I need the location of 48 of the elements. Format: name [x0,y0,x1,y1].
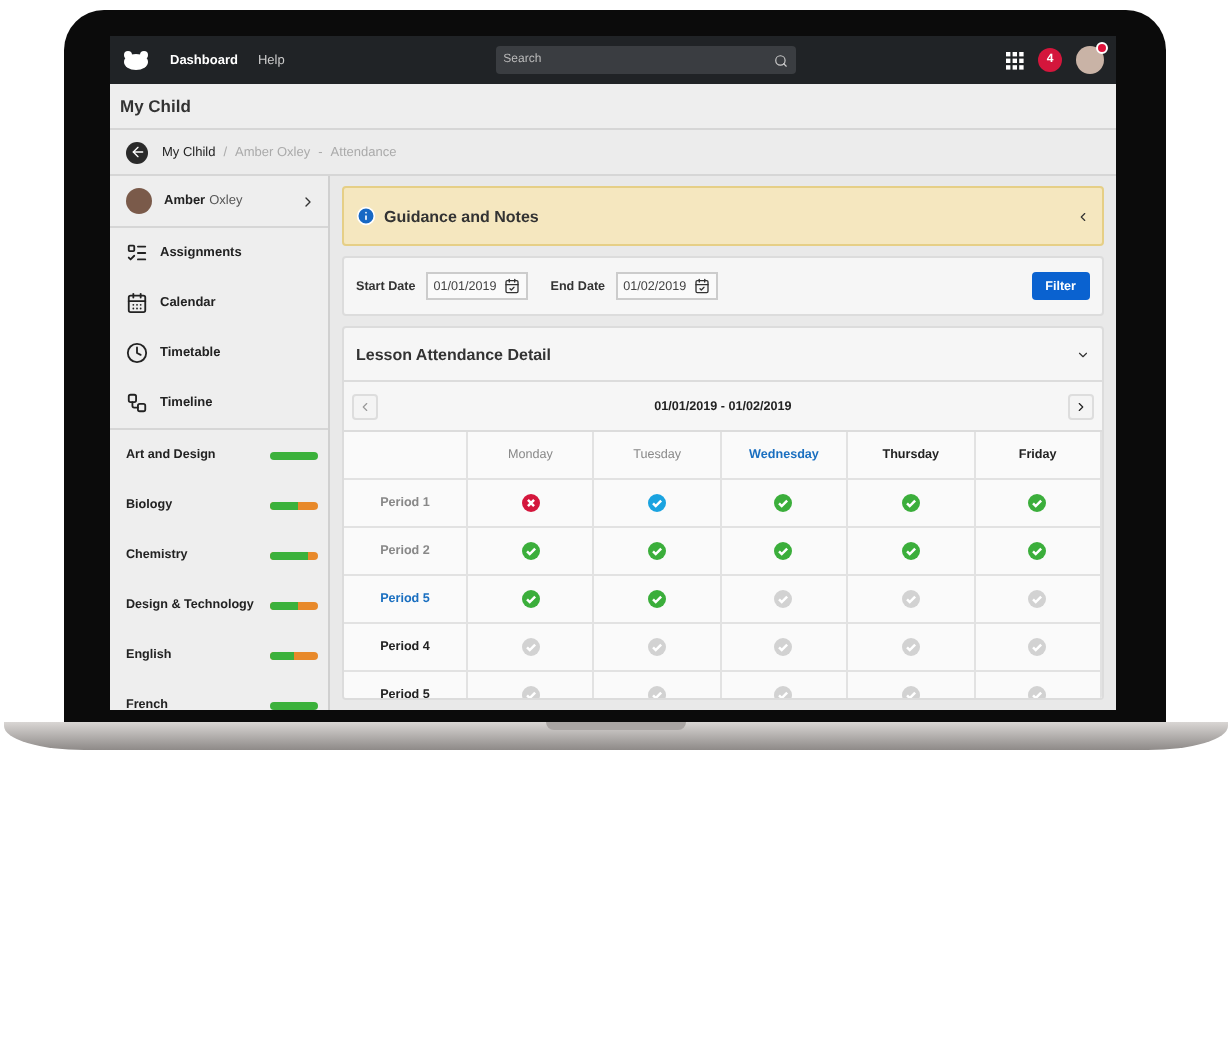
calendar-icon[interactable] [694,278,711,294]
logo-icon [122,50,150,70]
progress-bar [270,501,318,509]
diagram-icon [126,392,148,414]
progress-bar [270,601,318,609]
alert-dot [1095,42,1108,54]
progress-bar [270,451,318,459]
check-icon [901,590,920,608]
check-icon [901,542,920,560]
check-icon [1028,542,1047,560]
chevron-icon [1073,399,1088,413]
list-icon [126,242,148,264]
panel-title: Lesson Attendance Detail [356,345,552,363]
page-title: My Child [120,96,191,116]
student-avatar [126,188,152,214]
check-icon [774,590,793,608]
progress-bar [270,551,318,559]
progress-bar [270,701,318,709]
chevron-icon [358,399,372,413]
apps-grid-icon[interactable] [1005,51,1024,69]
calendar-icon[interactable] [504,278,521,294]
check-icon [521,590,540,608]
check-icon [521,542,540,560]
panel-title: Guidance and Notes [384,207,539,225]
chevron-icon[interactable] [1076,347,1090,361]
check-icon [648,638,667,656]
chevron-icon [300,193,316,209]
check-icon [901,494,920,512]
check-icon [648,590,667,608]
calendar-icon [126,292,148,314]
info-icon [356,206,376,226]
check-icon [648,542,667,560]
user-avatar[interactable] [1075,46,1104,74]
back-button[interactable] [126,141,148,163]
check-icon [648,494,667,512]
cross-icon [521,494,540,512]
check-icon [774,494,793,512]
check-icon [774,638,793,656]
chevron-icon[interactable] [1076,209,1090,223]
check-icon [1028,494,1047,512]
check-icon [774,542,793,560]
check-icon [901,638,920,656]
progress-bar [270,651,318,659]
check-icon [521,638,540,656]
clock-icon [126,342,148,364]
check-icon [1028,590,1047,608]
search-icon [773,53,788,67]
check-icon [1028,638,1047,656]
